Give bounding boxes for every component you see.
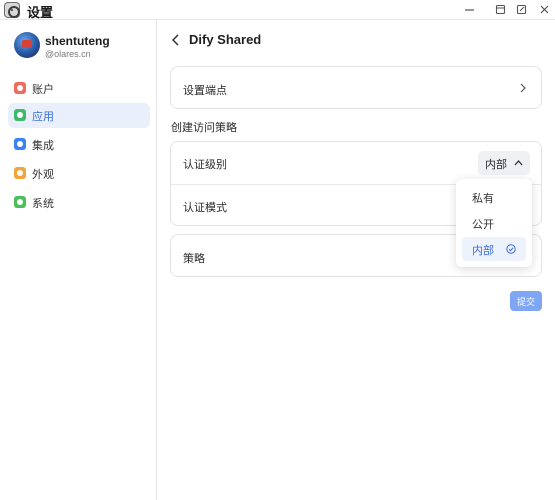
- sidebar-item-appearance[interactable]: 外观: [8, 161, 150, 186]
- policy-label: 策略: [183, 253, 205, 265]
- auth-level-select[interactable]: 内部: [478, 151, 530, 175]
- integration-icon: [14, 138, 26, 150]
- chevron-right-icon: [520, 83, 526, 93]
- back-icon[interactable]: [170, 32, 182, 48]
- option-label: 私有: [472, 193, 494, 205]
- restore-icon[interactable]: [492, 2, 508, 18]
- window-title: 设置: [27, 5, 54, 20]
- option-label: 内部: [472, 245, 494, 257]
- sidebar-item-label: 系统: [32, 198, 54, 210]
- set-endpoint-label: 设置端点: [183, 85, 227, 97]
- main-content: Dify Shared 设置端点 创建访问策略 认证级别 认证模式 策略 内部 …: [158, 20, 555, 500]
- sidebar-item-account[interactable]: 账户: [8, 76, 150, 101]
- auth-mode-label: 认证模式: [183, 202, 227, 214]
- settings-app-icon: [4, 2, 20, 18]
- sidebar-item-system[interactable]: 系统: [8, 190, 150, 215]
- option-internal[interactable]: 内部: [462, 237, 526, 261]
- page-title: Dify Shared: [189, 32, 262, 47]
- auth-level-label: 认证级别: [183, 159, 227, 171]
- option-label: 公开: [472, 219, 494, 231]
- option-private[interactable]: 私有: [462, 185, 526, 209]
- apps-icon: [14, 109, 26, 121]
- sidebar: shentuteng @olares.cn 账户 应用 集成 外观 系统: [0, 20, 157, 500]
- sidebar-item-label: 外观: [32, 169, 54, 181]
- section-title: 创建访问策略: [171, 122, 237, 134]
- user-domain: @olares.cn: [45, 49, 91, 59]
- chevron-up-icon: [514, 160, 523, 166]
- system-icon: [14, 196, 26, 208]
- sidebar-item-label: 账户: [32, 84, 54, 96]
- auth-level-dropdown: 私有 公开 内部: [456, 179, 532, 267]
- submit-button[interactable]: 提交: [510, 291, 542, 311]
- sidebar-item-integration[interactable]: 集成: [8, 132, 150, 157]
- sidebar-item-label: 集成: [32, 140, 54, 152]
- auth-level-value: 内部: [485, 159, 507, 171]
- account-icon: [14, 82, 26, 94]
- set-endpoint-row[interactable]: 设置端点: [170, 66, 542, 109]
- title-bar: 设置: [0, 0, 555, 20]
- avatar[interactable]: [14, 32, 40, 58]
- sidebar-item-apps[interactable]: 应用: [8, 103, 150, 128]
- popout-icon[interactable]: [513, 2, 529, 18]
- close-icon[interactable]: [536, 2, 552, 18]
- sidebar-item-label: 应用: [32, 111, 54, 123]
- option-public[interactable]: 公开: [462, 211, 526, 235]
- minimize-icon[interactable]: [461, 2, 477, 18]
- appearance-icon: [14, 167, 26, 179]
- user-name: shentuteng: [45, 34, 110, 48]
- check-circle-icon: [506, 244, 516, 254]
